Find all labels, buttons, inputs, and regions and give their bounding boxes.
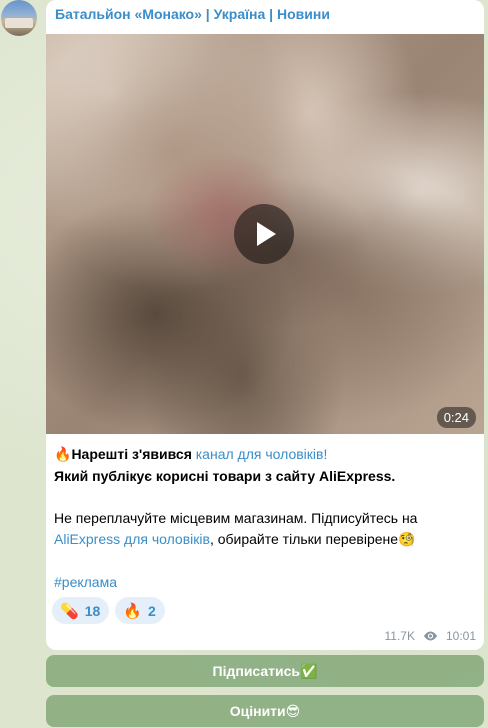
rate-button[interactable]: Оцінити😎 — [46, 695, 484, 727]
message-bubble: Батальйон «Монако» | Україна | Новини 0:… — [46, 0, 484, 650]
reactions-bar: 💊 18 🔥 2 — [52, 597, 165, 624]
video-preview[interactable]: 0:24 — [46, 34, 484, 434]
subscribe-button[interactable]: Підписатись✅ — [46, 655, 484, 687]
monocle-emoji: 🧐 — [398, 532, 416, 548]
video-duration: 0:24 — [436, 407, 476, 428]
reaction-fire[interactable]: 🔥 2 — [115, 597, 165, 624]
fire-emoji: 🔥 — [54, 447, 72, 463]
view-count: 11.7K — [384, 629, 415, 643]
play-icon — [257, 222, 276, 246]
reaction-count: 18 — [84, 602, 101, 619]
aliexpress-link[interactable]: AliExpress для чоловіків — [54, 531, 210, 547]
message-body-tail: , обирайте тільки перевірене — [209, 531, 399, 547]
message-time: 10:01 — [445, 629, 476, 643]
channel-avatar[interactable] — [1, 0, 37, 36]
message-meta: 11.7K 10:01 — [385, 629, 477, 643]
fire-emoji: 🔥 — [123, 601, 142, 620]
message-text: 🔥Нарешті з'явився канал для чоловіків! Я… — [54, 444, 474, 593]
pill-emoji: 💊 — [60, 601, 79, 620]
channel-link[interactable]: канал для чоловіків! — [196, 446, 328, 462]
reaction-count: 2 — [147, 602, 156, 619]
hashtag-link[interactable]: #реклама — [54, 574, 117, 590]
channel-name[interactable]: Батальйон «Монако» | Україна | Новини — [55, 6, 474, 22]
message-headline: Нарешті з'явився — [71, 446, 192, 462]
reaction-pill[interactable]: 💊 18 — [52, 597, 110, 624]
message-subheadline: Який публікує корисні товари з сайту Ali… — [54, 468, 396, 484]
message-body: Не переплачуйте місцевим магазинам. Підп… — [54, 510, 418, 526]
play-button[interactable] — [234, 204, 294, 264]
eye-icon — [423, 631, 437, 641]
